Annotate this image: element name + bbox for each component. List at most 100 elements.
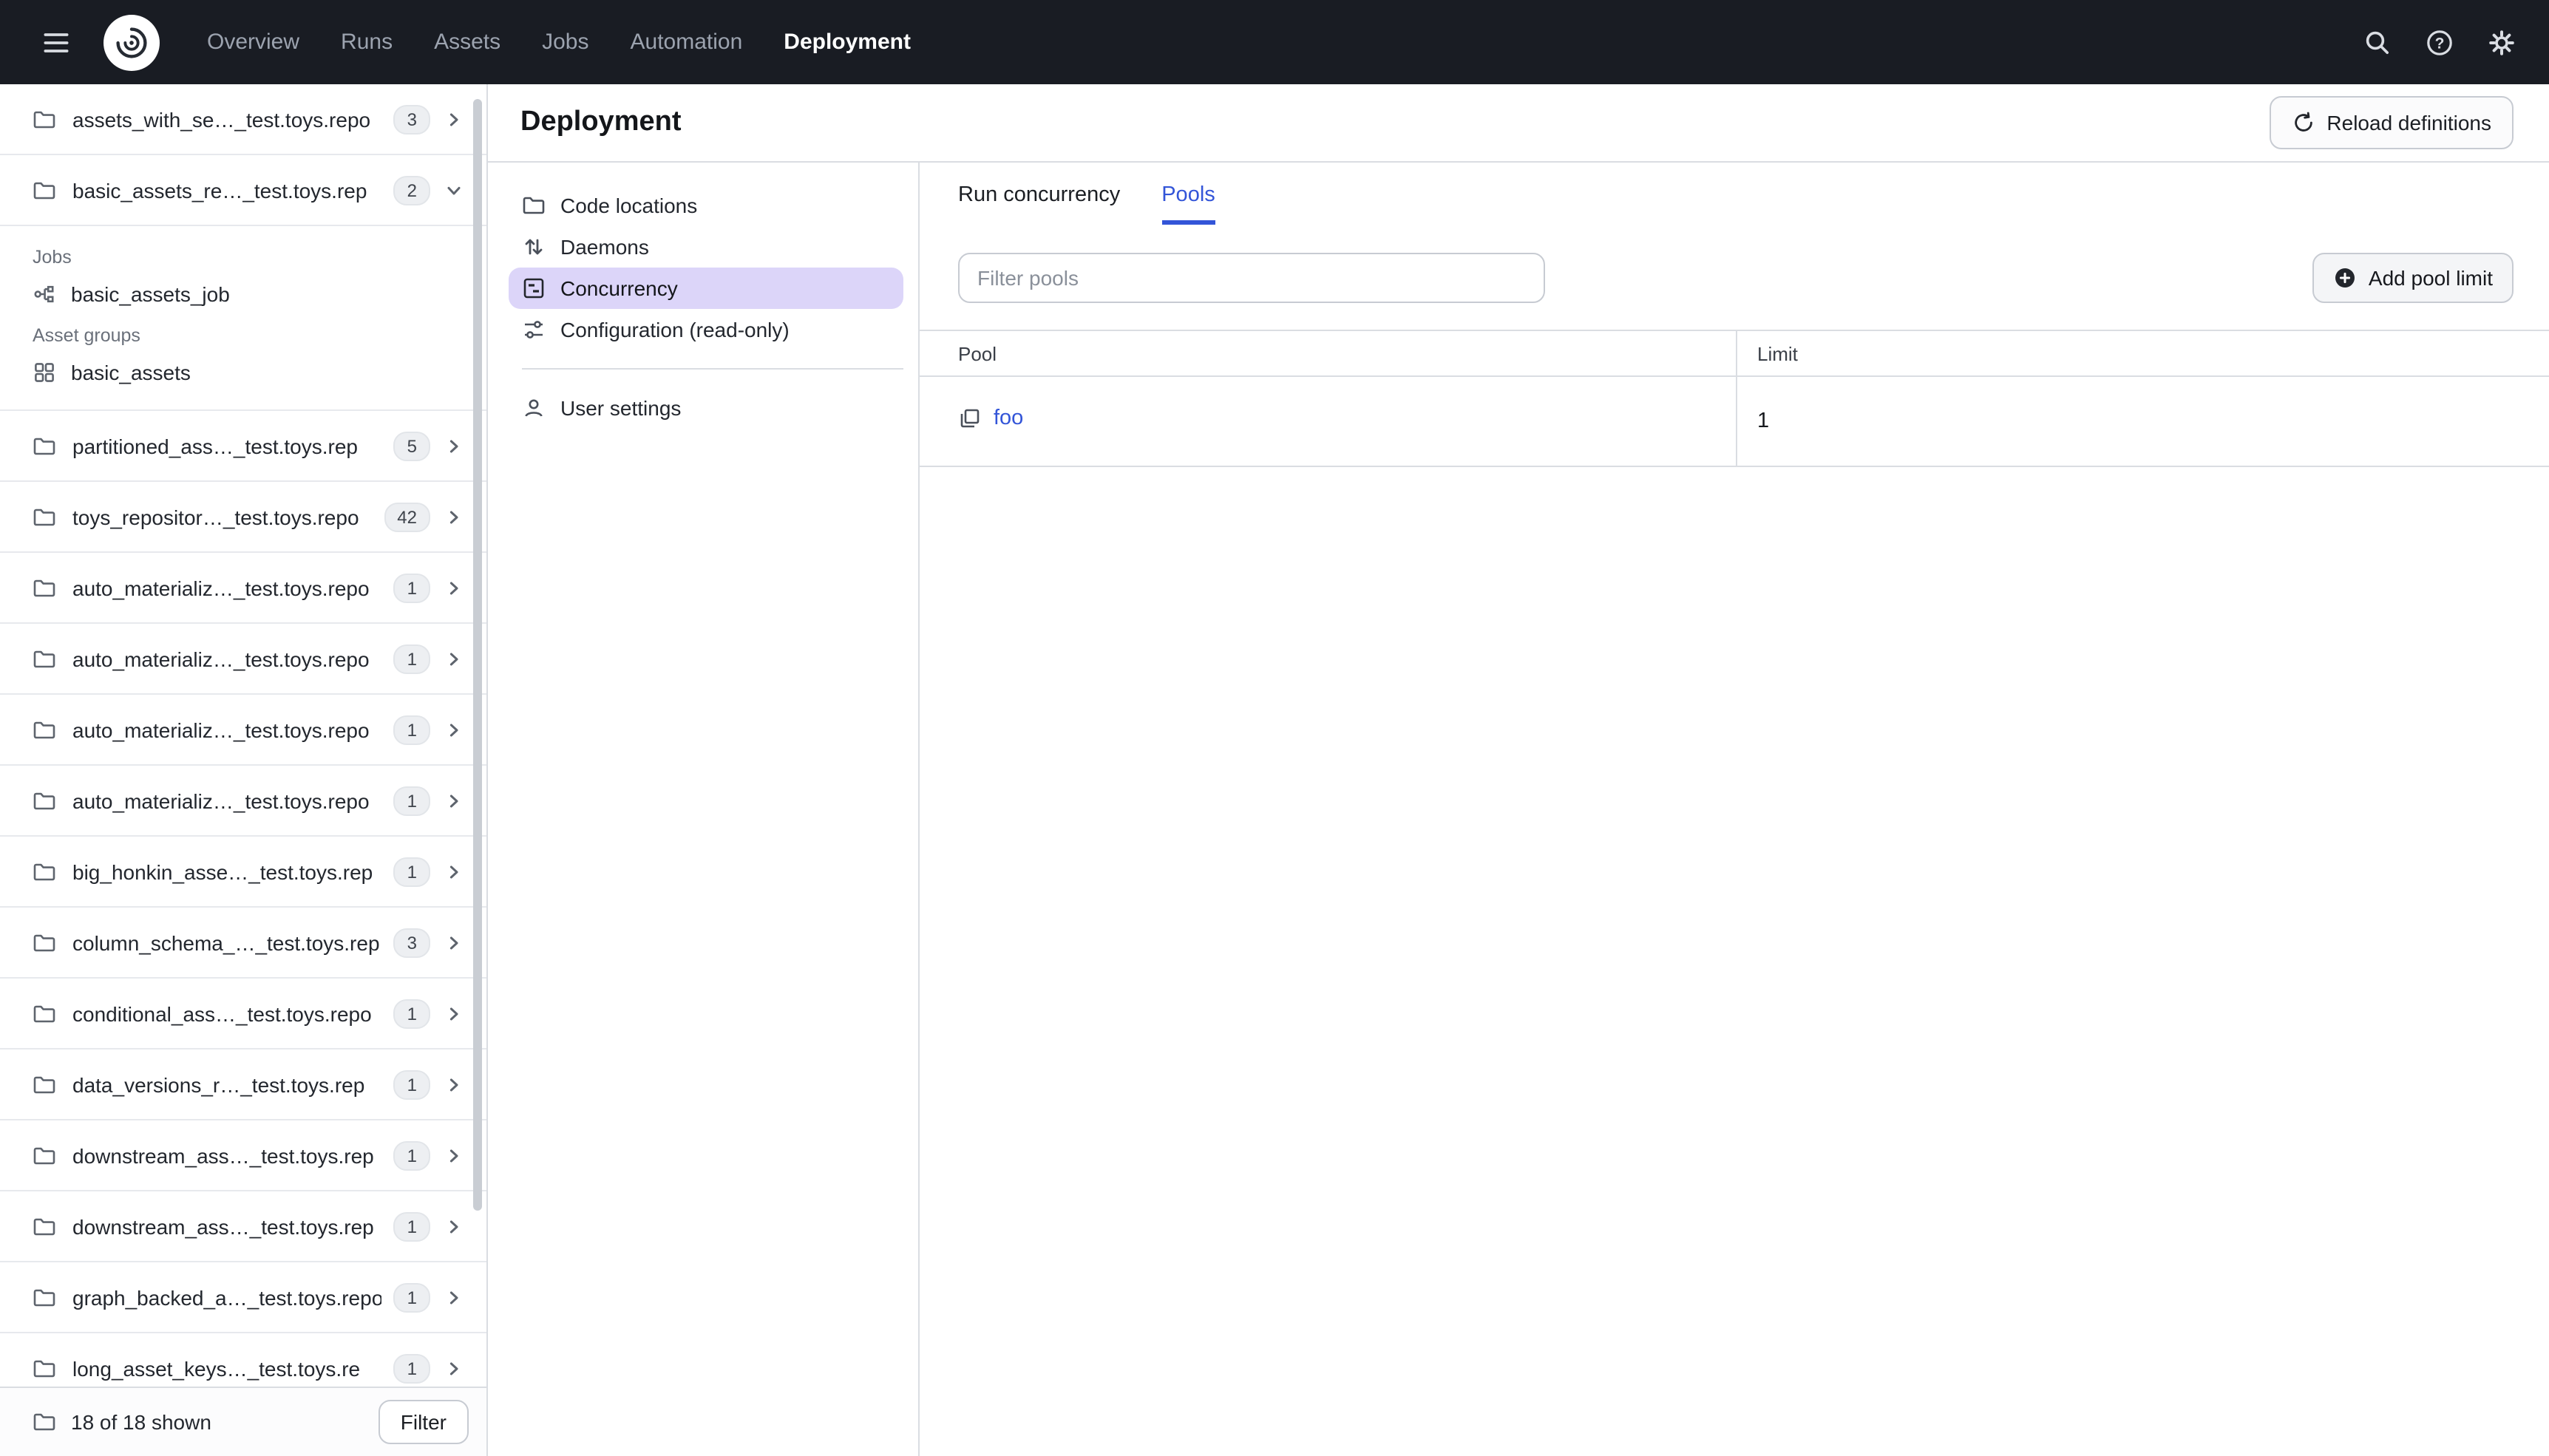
settings-nav-configuration[interactable]: Configuration (read-only)	[509, 309, 903, 350]
repo-name: auto_materializ…_test.toys.repo	[72, 789, 370, 812]
settings-nav-daemons[interactable]: Daemons	[509, 226, 903, 268]
nav-deployment[interactable]: Deployment	[763, 0, 931, 84]
chevron-right-icon[interactable]	[445, 721, 463, 738]
pool-link[interactable]: foo	[994, 406, 1023, 430]
dagster-app: Overview Runs Assets Jobs Automation Deployme…	[0, 0, 2549, 1456]
chevron-right-icon[interactable]	[445, 1359, 463, 1377]
repo-row[interactable]: downstream_ass…_test.toys.rep 1	[0, 1120, 486, 1191]
filter-button[interactable]: Filter	[378, 1400, 469, 1444]
nav-jobs[interactable]: Jobs	[521, 0, 609, 84]
concurrency-icon	[522, 276, 546, 300]
repo-expanded-section: Jobs basic_assets_job Asset groups basic…	[0, 226, 486, 411]
repo-row[interactable]: long_asset_keys…_test.toys.re 1	[0, 1333, 486, 1387]
tab-run-concurrency[interactable]: Run concurrency	[958, 163, 1120, 225]
add-pool-limit-button[interactable]: Add pool limit	[2312, 253, 2514, 303]
chevron-right-icon[interactable]	[445, 110, 463, 128]
asset-group-item[interactable]: basic_assets	[0, 353, 486, 392]
repo-name: toys_repositor…_test.toys.repo	[72, 505, 359, 528]
folder-icon	[33, 1214, 56, 1238]
repo-row[interactable]: partitioned_ass…_test.toys.rep 5	[0, 411, 486, 482]
repo-row[interactable]: toys_repositor…_test.toys.repo 42	[0, 482, 486, 553]
repo-row[interactable]: big_honkin_asse…_test.toys.rep 1	[0, 837, 486, 908]
folder-icon	[33, 1072, 56, 1096]
jobs-section-label: Jobs	[33, 247, 72, 268]
repo-row[interactable]: conditional_ass…_test.toys.repo 1	[0, 979, 486, 1050]
nav-overview[interactable]: Overview	[186, 0, 320, 84]
settings-nav-user-settings[interactable]: User settings	[509, 387, 903, 429]
repo-count-badge: 1	[393, 857, 430, 886]
asset-group-icon	[33, 361, 56, 384]
repo-row[interactable]: column_schema_…_test.toys.rep 3	[0, 908, 486, 979]
folder-icon	[33, 860, 56, 883]
folder-icon	[33, 434, 56, 457]
concurrency-content: Run concurrency Pools Add pool limit	[920, 163, 2549, 1456]
job-icon	[33, 282, 56, 306]
deployment-page: Deployment Reload definitions Code locat…	[488, 84, 2549, 1456]
repo-name: graph_backed_a…_test.toys.repo	[72, 1285, 382, 1309]
topnav-actions: ?	[2351, 16, 2528, 69]
chevron-right-icon[interactable]	[445, 650, 463, 667]
filter-pools-input[interactable]	[958, 253, 1545, 303]
reload-icon	[2291, 111, 2315, 135]
job-item[interactable]: basic_assets_job	[0, 275, 486, 313]
chevron-right-icon[interactable]	[445, 933, 463, 951]
chevron-right-icon[interactable]	[445, 1217, 463, 1235]
search-button[interactable]	[2351, 16, 2404, 69]
nav-assets[interactable]: Assets	[413, 0, 521, 84]
repo-row[interactable]: data_versions_r…_test.toys.rep 1	[0, 1050, 486, 1120]
repo-row[interactable]: auto_materializ…_test.toys.repo 1	[0, 553, 486, 624]
folder-icon	[33, 1356, 56, 1380]
chevron-right-icon[interactable]	[445, 1146, 463, 1164]
folder-icon	[33, 647, 56, 670]
folder-icon	[33, 1285, 56, 1309]
folder-icon	[522, 194, 546, 217]
repo-row[interactable]: assets_with_se…_test.toys.repo 3	[0, 84, 486, 155]
repo-name: auto_materializ…_test.toys.repo	[72, 718, 370, 741]
dagster-logo[interactable]	[103, 14, 160, 70]
limit-cell: 1	[1735, 376, 2549, 467]
folder-icon	[33, 789, 56, 812]
chevron-right-icon[interactable]	[445, 437, 463, 455]
deployment-settings-nav: Code locations Daemons Concurrency Confi…	[488, 163, 920, 1456]
chevron-right-icon[interactable]	[445, 1004, 463, 1022]
page-title: Deployment	[520, 106, 682, 137]
repo-row[interactable]: auto_materializ…_test.toys.repo 1	[0, 624, 486, 695]
chevron-right-icon[interactable]	[445, 863, 463, 880]
settings-nav-concurrency[interactable]: Concurrency	[509, 268, 903, 309]
dagster-logo-icon	[112, 23, 151, 61]
settings-button[interactable]	[2475, 16, 2528, 69]
reload-definitions-button[interactable]: Reload definitions	[2269, 96, 2514, 149]
settings-nav-code-locations[interactable]: Code locations	[509, 185, 903, 226]
asset-group-name: basic_assets	[71, 361, 191, 384]
menu-button[interactable]	[30, 16, 83, 69]
help-button[interactable]: ?	[2413, 16, 2466, 69]
chevron-right-icon[interactable]	[445, 579, 463, 596]
nav-runs[interactable]: Runs	[320, 0, 413, 84]
daemon-icon	[522, 235, 546, 259]
repo-row[interactable]: auto_materializ…_test.toys.repo 1	[0, 766, 486, 837]
repo-row[interactable]: graph_backed_a…_test.toys.repo 1	[0, 1262, 486, 1333]
asset-groups-section-label: Asset groups	[33, 325, 140, 346]
reload-definitions-label: Reload definitions	[2326, 111, 2491, 135]
repo-row[interactable]: auto_materializ…_test.toys.repo 1	[0, 695, 486, 766]
repo-name: column_schema_…_test.toys.rep	[72, 931, 380, 954]
chevron-right-icon[interactable]	[445, 1075, 463, 1093]
settings-nav-label: Daemons	[560, 235, 649, 259]
repo-name: auto_materializ…_test.toys.repo	[72, 647, 370, 670]
nav-automation[interactable]: Automation	[610, 0, 764, 84]
sidebar-scrollbar[interactable]	[473, 99, 482, 1211]
svg-text:?: ?	[2435, 35, 2445, 52]
repo-name: conditional_ass…_test.toys.repo	[72, 1001, 372, 1025]
chevron-right-icon[interactable]	[445, 1288, 463, 1306]
repo-row[interactable]: downstream_ass…_test.toys.rep 1	[0, 1191, 486, 1262]
repo-row[interactable]: basic_assets_re…_test.toys.rep 2	[0, 155, 486, 226]
repo-count-badge: 1	[393, 1069, 430, 1099]
chevron-right-icon[interactable]	[445, 792, 463, 809]
tab-pools[interactable]: Pools	[1161, 163, 1215, 225]
repo-count-badge: 3	[393, 928, 430, 957]
chevron-down-icon[interactable]	[445, 181, 463, 199]
pools-table-header: Pool Limit	[920, 330, 2549, 377]
pools-toolbar: Add pool limit	[920, 253, 2549, 303]
chevron-right-icon[interactable]	[445, 508, 463, 525]
pool-row: foo 1	[920, 376, 2549, 467]
